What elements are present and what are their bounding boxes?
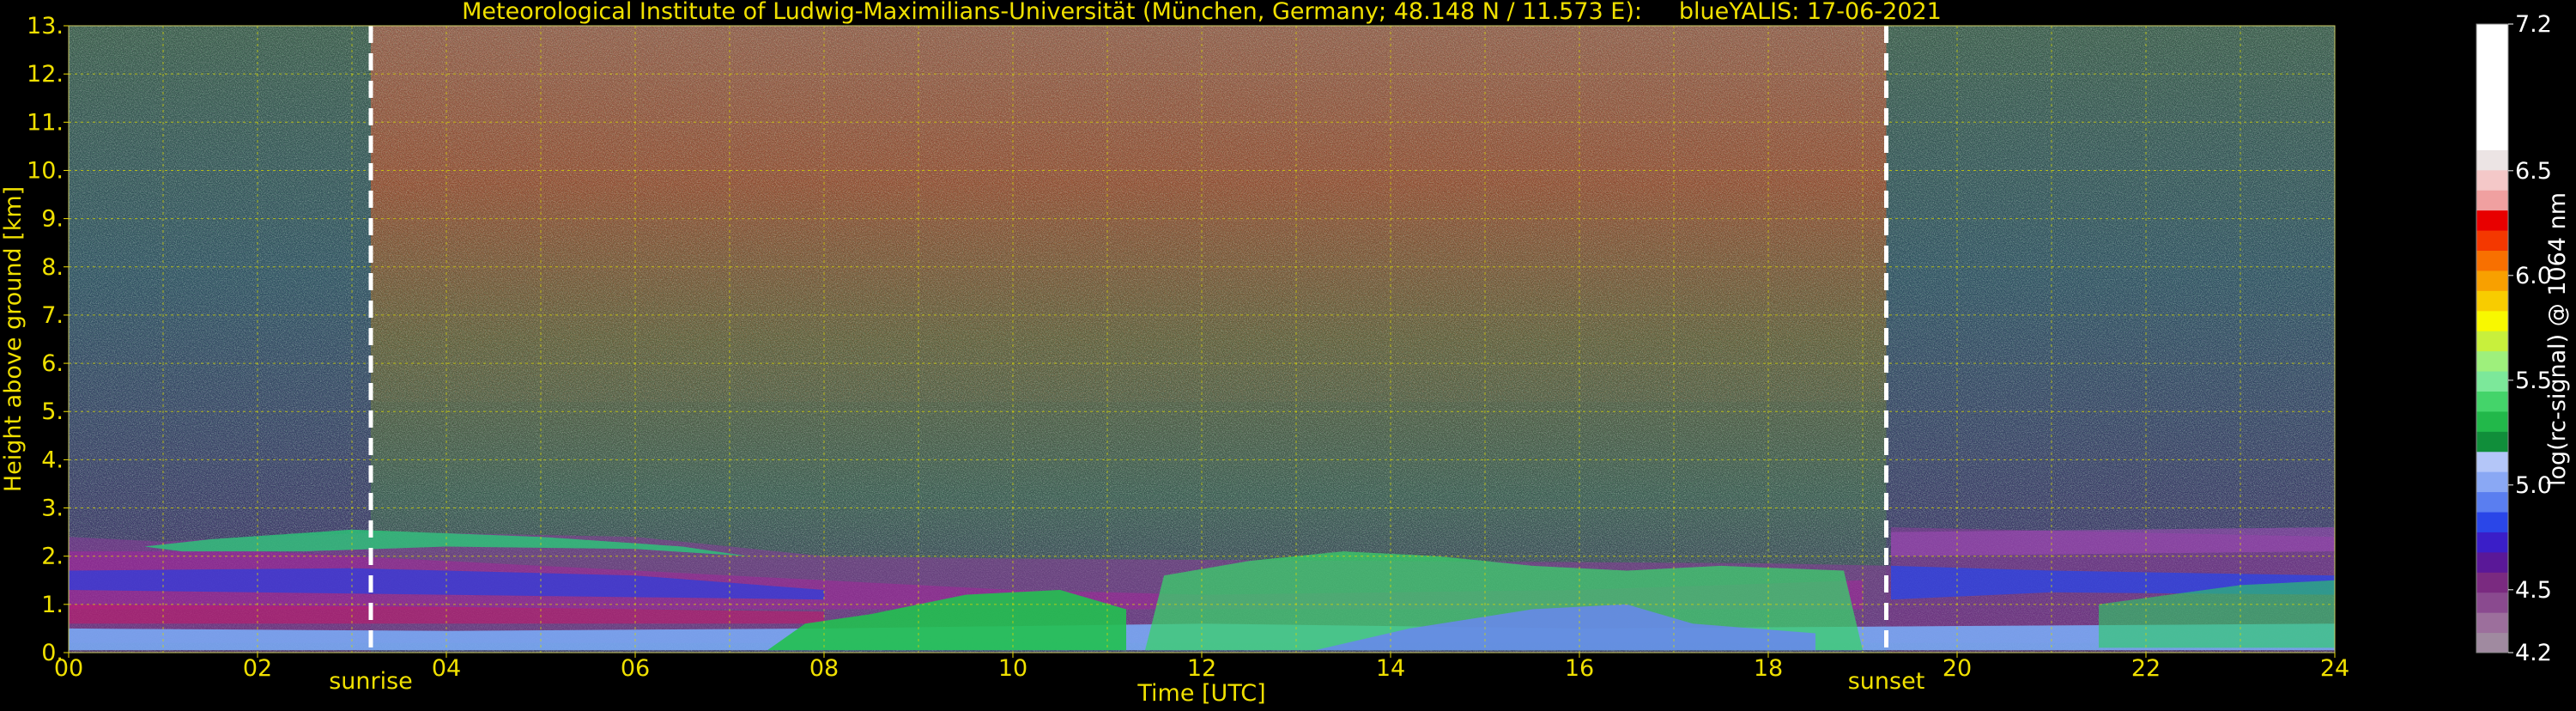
colorbar-swatch bbox=[2476, 431, 2508, 453]
colorbar-swatch bbox=[2476, 612, 2508, 634]
y-tick-label: 10. bbox=[27, 157, 64, 184]
colorbar-swatch bbox=[2476, 632, 2508, 653]
colorbar-swatch bbox=[2476, 310, 2508, 331]
colorbar-swatch bbox=[2476, 471, 2508, 493]
y-axis-label: Height above ground [km] bbox=[0, 186, 27, 492]
lidar-chart-stage: sunrise sunset 00 02 04 06 08 10 12 14 16 18 20 22 24… bbox=[0, 0, 2576, 708]
y-ticks: 0. 1. 2. 3. 4. 5. 6. 7. 8. 9. 10. 11. 12. 13. bbox=[27, 13, 69, 666]
colorbar-tick-label: 7.2 bbox=[2515, 11, 2552, 38]
colorbar-swatch bbox=[2476, 250, 2508, 271]
colorbar-swatch bbox=[2476, 572, 2508, 593]
colorbar-swatch bbox=[2476, 512, 2508, 532]
colorbar-swatch bbox=[2476, 290, 2508, 312]
colorbar bbox=[2476, 23, 2509, 653]
colorbar-swatch bbox=[2476, 24, 2508, 150]
marker-label-sunrise: sunrise bbox=[329, 668, 413, 695]
x-tick-label: 16 bbox=[1565, 655, 1594, 682]
y-tick-label: 4. bbox=[41, 447, 64, 473]
y-tick-label: 7. bbox=[41, 302, 64, 329]
colorbar-swatch bbox=[2476, 210, 2508, 231]
colorbar-swatch bbox=[2476, 190, 2508, 211]
x-tick-label: 14 bbox=[1376, 655, 1405, 682]
x-tick-label: 02 bbox=[243, 655, 272, 682]
y-tick-label: 3. bbox=[41, 495, 64, 522]
y-tick-label: 2. bbox=[41, 544, 64, 570]
colorbar-swatch bbox=[2476, 491, 2508, 513]
colorbar-swatch bbox=[2476, 350, 2508, 372]
colorbar-swatch bbox=[2476, 149, 2508, 171]
y-tick-label: 5. bbox=[41, 398, 64, 425]
y-tick-label: 12. bbox=[27, 61, 64, 88]
y-tick-label: 8. bbox=[41, 254, 64, 281]
colorbar-swatch bbox=[2476, 230, 2508, 252]
colorbar-swatch bbox=[2476, 331, 2508, 352]
x-tick-label: 06 bbox=[621, 655, 650, 682]
colorbar-swatch bbox=[2476, 391, 2508, 412]
x-tick-label: 22 bbox=[2131, 655, 2161, 682]
colorbar-label: log(rc-signal) @ 1064 nm bbox=[2544, 192, 2571, 486]
colorbar-swatch bbox=[2476, 592, 2508, 613]
x-axis-label: Time [UTC] bbox=[1136, 680, 1265, 707]
colorbar-tick-label: 4.2 bbox=[2515, 640, 2552, 666]
x-tick-label: 20 bbox=[1943, 655, 1972, 682]
chart-title: Meteorological Institute of Ludwig-Maxim… bbox=[462, 0, 1942, 25]
x-tick-label: 12 bbox=[1187, 655, 1216, 682]
y-tick-label: 9. bbox=[41, 206, 64, 233]
y-tick-label: 1. bbox=[41, 592, 64, 618]
colorbar-tick-label: 6.5 bbox=[2515, 158, 2552, 185]
x-tick-label: 10 bbox=[998, 655, 1027, 682]
colorbar-swatch bbox=[2476, 551, 2508, 573]
colorbar-tick-label: 4.5 bbox=[2515, 577, 2552, 604]
colorbar-swatch bbox=[2476, 532, 2508, 553]
y-tick-label: 0. bbox=[41, 640, 64, 666]
colorbar-swatch bbox=[2476, 410, 2508, 432]
evening-layer bbox=[1891, 527, 2335, 556]
x-tick-label: 24 bbox=[2320, 655, 2349, 682]
y-tick-label: 11. bbox=[27, 109, 64, 136]
colorbar-swatch bbox=[2476, 270, 2508, 291]
x-tick-label: 18 bbox=[1754, 655, 1783, 682]
noise-layer bbox=[371, 26, 1887, 402]
colorbar-swatch bbox=[2476, 371, 2508, 392]
colorbar-swatch bbox=[2476, 451, 2508, 472]
x-tick-label: 08 bbox=[809, 655, 839, 682]
y-tick-label: 13. bbox=[27, 13, 64, 40]
y-tick-label: 6. bbox=[41, 350, 64, 377]
colorbar-swatch bbox=[2476, 169, 2508, 191]
x-tick-label: 04 bbox=[432, 655, 461, 682]
marker-label-sunset: sunset bbox=[1848, 668, 1925, 695]
lidar-chart: sunrise sunset 00 02 04 06 08 10 12 14 16 18 20 22 24… bbox=[0, 0, 2571, 707]
